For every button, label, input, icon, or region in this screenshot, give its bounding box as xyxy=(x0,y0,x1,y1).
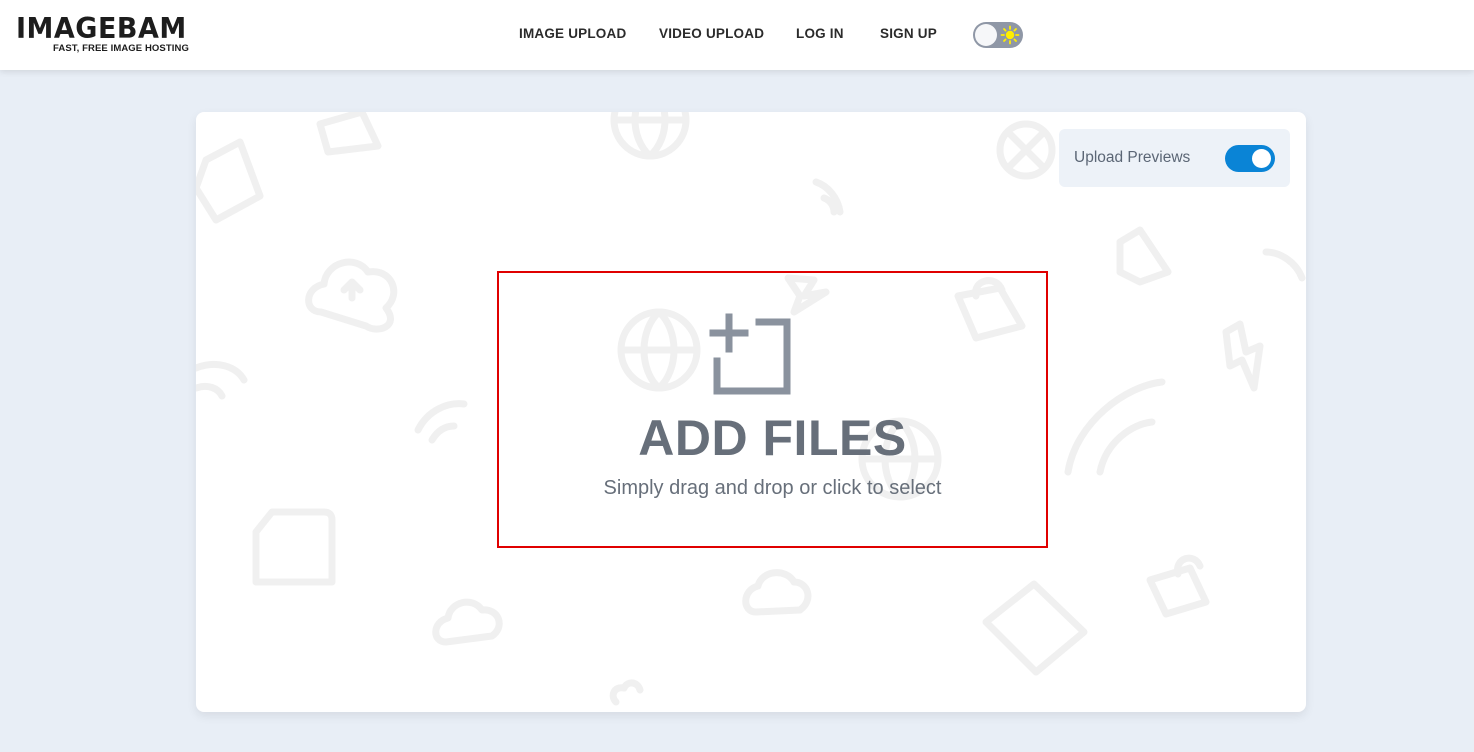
upload-previews-toggle-knob xyxy=(1252,149,1271,168)
nav-image-upload[interactable]: IMAGE UPLOAD xyxy=(519,26,626,41)
nav-video-upload[interactable]: VIDEO UPLOAD xyxy=(659,26,764,41)
upload-previews-toggle[interactable] xyxy=(1225,145,1275,172)
add-files-subtitle: Simply drag and drop or click to select xyxy=(603,477,942,499)
add-files-title: ADD FILES xyxy=(638,410,907,466)
theme-toggle-knob xyxy=(975,24,997,46)
sun-icon xyxy=(1000,25,1020,45)
theme-toggle[interactable] xyxy=(973,22,1023,48)
upload-previews-setting: Upload Previews xyxy=(1059,129,1290,187)
upload-panel[interactable]: Upload Previews ADD FILES Simply drag an… xyxy=(196,112,1306,712)
main-nav: IMAGE UPLOAD VIDEO UPLOAD LOG IN SIGN UP xyxy=(0,0,1474,70)
add-files-dropzone[interactable]: ADD FILES Simply drag and drop or click … xyxy=(497,271,1048,548)
top-navbar: IMAGEBAM FAST, FREE IMAGE HOSTING IMAGE … xyxy=(0,0,1474,70)
upload-previews-label: Upload Previews xyxy=(1074,149,1191,166)
add-file-icon xyxy=(709,313,791,395)
nav-sign-up[interactable]: SIGN UP xyxy=(880,26,937,41)
nav-log-in[interactable]: LOG IN xyxy=(796,26,844,41)
